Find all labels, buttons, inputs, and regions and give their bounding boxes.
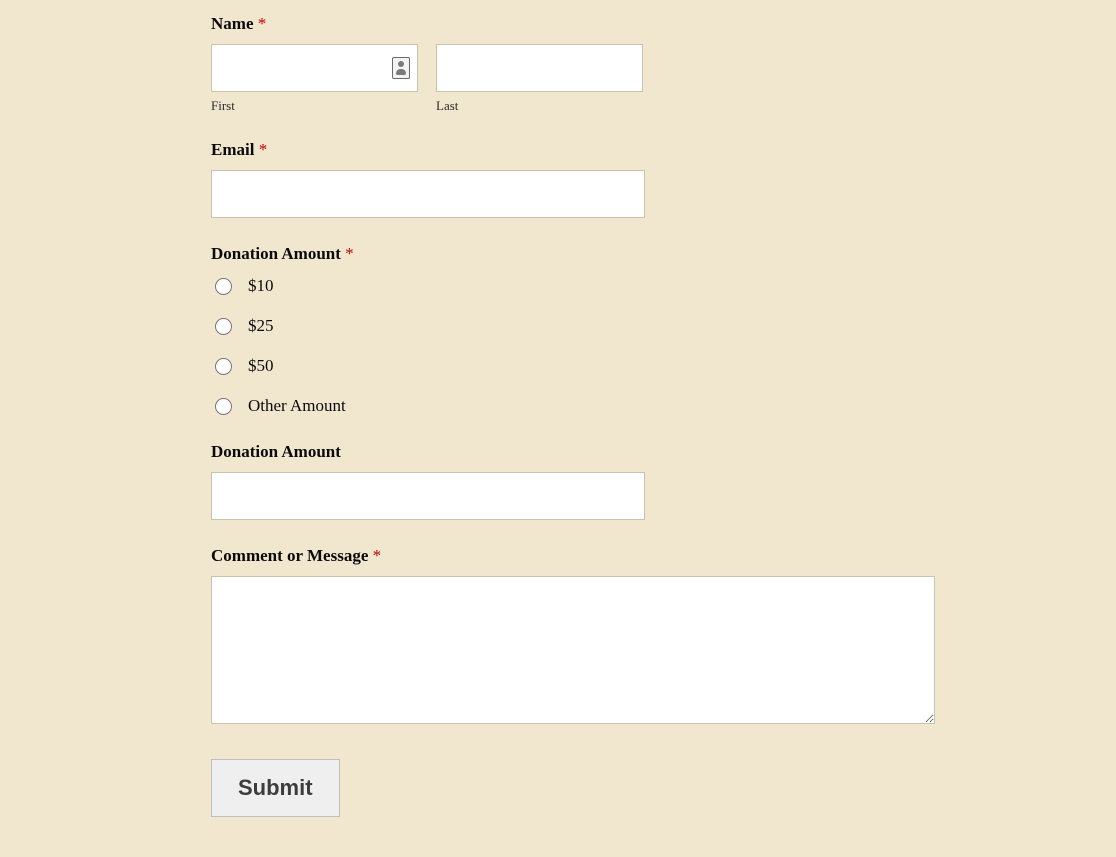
- donation-option-25[interactable]: $25: [211, 316, 935, 336]
- comment-field: Comment or Message *: [211, 546, 935, 729]
- donation-amount-input[interactable]: [211, 472, 645, 520]
- required-marker: *: [259, 140, 268, 159]
- name-field: Name * First Last: [211, 14, 935, 114]
- comment-label-text: Comment or Message: [211, 546, 368, 565]
- donation-radio-25[interactable]: [215, 318, 232, 335]
- required-marker: *: [258, 14, 267, 33]
- name-row: First Last: [211, 44, 935, 114]
- donation-amount-input-field: Donation Amount: [211, 442, 935, 520]
- donation-radio-25-label: $25: [248, 316, 274, 336]
- donation-amount-radio-field: Donation Amount * $10 $25 $50 Other Amou…: [211, 244, 935, 416]
- last-name-input[interactable]: [436, 44, 643, 92]
- comment-label: Comment or Message *: [211, 546, 935, 566]
- donation-amount-label-text: Donation Amount: [211, 442, 341, 461]
- donation-radio-other[interactable]: [215, 398, 232, 415]
- donation-radio-50[interactable]: [215, 358, 232, 375]
- donation-radio-10-label: $10: [248, 276, 274, 296]
- donation-option-50[interactable]: $50: [211, 356, 935, 376]
- donation-radio-50-label: $50: [248, 356, 274, 376]
- comment-textarea[interactable]: [211, 576, 935, 724]
- donation-option-10[interactable]: $10: [211, 276, 935, 296]
- submit-button[interactable]: Submit: [211, 759, 340, 817]
- first-sublabel: First: [211, 98, 418, 114]
- name-label: Name *: [211, 14, 935, 34]
- donation-radio-label-text: Donation Amount: [211, 244, 341, 263]
- email-label-text: Email: [211, 140, 254, 159]
- donation-option-other[interactable]: Other Amount: [211, 396, 935, 416]
- email-input[interactable]: [211, 170, 645, 218]
- first-name-wrap: [211, 44, 418, 92]
- email-field: Email *: [211, 140, 935, 218]
- donation-amount-label: Donation Amount: [211, 442, 935, 462]
- required-marker: *: [373, 546, 382, 565]
- required-marker: *: [345, 244, 354, 263]
- name-label-text: Name: [211, 14, 253, 33]
- first-name-col: First: [211, 44, 418, 114]
- first-name-input[interactable]: [211, 44, 418, 92]
- donation-radio-other-label: Other Amount: [248, 396, 346, 416]
- donation-form: Name * First Last Email * Do: [211, 14, 935, 817]
- last-name-col: Last: [436, 44, 643, 114]
- last-sublabel: Last: [436, 98, 643, 114]
- donation-radio-10[interactable]: [215, 278, 232, 295]
- email-label: Email *: [211, 140, 935, 160]
- donation-radio-list: $10 $25 $50 Other Amount: [211, 276, 935, 416]
- donation-radio-label: Donation Amount *: [211, 244, 935, 264]
